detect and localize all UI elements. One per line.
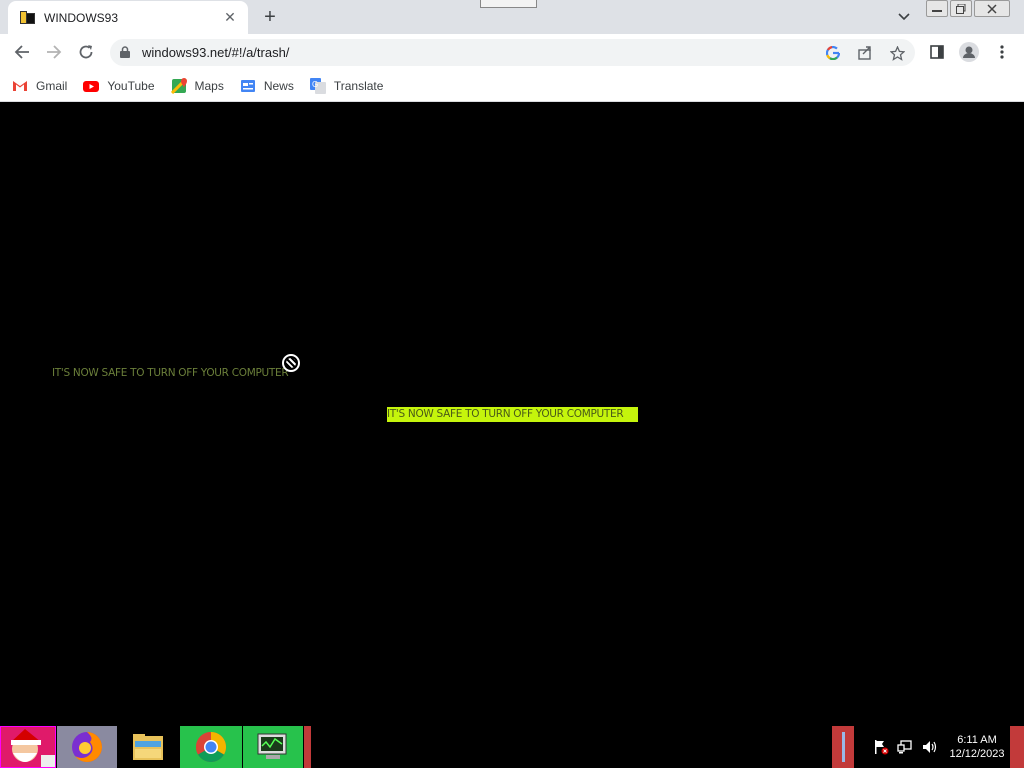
bookmark-translate[interactable]: G Translate bbox=[309, 77, 384, 94]
minimize-button[interactable] bbox=[926, 0, 948, 17]
translate-icon: G bbox=[309, 77, 326, 94]
bookmark-maps[interactable]: Maps bbox=[170, 77, 224, 94]
santa-app-icon[interactable] bbox=[0, 726, 56, 768]
clock-time: 6:11 AM bbox=[957, 734, 997, 746]
youtube-icon bbox=[83, 80, 100, 92]
chrome-icon[interactable] bbox=[180, 726, 242, 768]
bookmark-label: Maps bbox=[194, 78, 224, 93]
restore-button[interactable] bbox=[950, 0, 972, 17]
bookmark-youtube[interactable]: YouTube bbox=[83, 78, 155, 94]
side-panel-icon[interactable] bbox=[925, 40, 949, 64]
new-tab-button[interactable]: + bbox=[258, 5, 282, 29]
firefox-icon[interactable] bbox=[57, 726, 117, 768]
bookmark-gmail[interactable]: Gmail bbox=[12, 78, 67, 94]
bookmark-label: YouTube bbox=[107, 78, 155, 93]
share-icon[interactable] bbox=[855, 43, 875, 63]
google-icon[interactable] bbox=[823, 43, 843, 63]
address-bar[interactable]: windows93.net/#!/a/trash/ bbox=[110, 39, 915, 66]
network-icon[interactable] bbox=[894, 726, 916, 768]
news-icon bbox=[240, 79, 255, 92]
bookmark-news[interactable]: News bbox=[240, 78, 294, 94]
busy-cursor-icon bbox=[282, 354, 300, 372]
profile-avatar-icon[interactable] bbox=[957, 40, 981, 64]
browser-tab[interactable]: WINDOWS93 ✕ bbox=[8, 1, 248, 34]
clock-date: 12/12/2023 bbox=[949, 748, 1005, 760]
show-hidden-icons-button[interactable] bbox=[832, 726, 854, 768]
volume-icon[interactable] bbox=[918, 726, 940, 768]
tab-strip: WINDOWS93 ✕ + bbox=[0, 0, 1024, 34]
bookmark-star-icon[interactable] bbox=[887, 43, 907, 63]
tab-close-icon[interactable]: ✕ bbox=[222, 9, 238, 26]
system-monitor-icon[interactable] bbox=[243, 726, 303, 768]
file-explorer-icon[interactable] bbox=[118, 726, 178, 768]
taskbar-edge-handle[interactable] bbox=[304, 726, 311, 768]
svg-text:G: G bbox=[312, 80, 318, 89]
forward-button[interactable] bbox=[42, 40, 66, 64]
bookmark-label: News bbox=[263, 78, 294, 93]
taskbar-clock[interactable]: 6:11 AM 12/12/2023 bbox=[944, 733, 1010, 761]
more-menu-icon[interactable] bbox=[990, 40, 1014, 64]
shutdown-message-dim: IT'S NOW SAFE TO TURN OFF YOUR COMPUTER bbox=[52, 367, 289, 379]
shutdown-message-highlight: IT'S NOW SAFE TO TURN OFF YOUR COMPUTER bbox=[387, 407, 638, 422]
windows93-favicon-icon bbox=[20, 10, 36, 26]
show-desktop-button[interactable] bbox=[1010, 726, 1024, 768]
browser-toolbar: windows93.net/#!/a/trash/ bbox=[0, 34, 1024, 70]
window-controls bbox=[926, 0, 1010, 18]
url-text[interactable]: windows93.net/#!/a/trash/ bbox=[142, 45, 289, 60]
bookmark-label: Translate bbox=[333, 78, 384, 93]
maps-icon bbox=[170, 77, 187, 94]
reload-button[interactable] bbox=[74, 40, 98, 64]
gmail-icon bbox=[13, 80, 27, 91]
window-drag-handle[interactable] bbox=[480, 0, 537, 8]
close-window-button[interactable] bbox=[974, 0, 1010, 17]
bookmark-label: Gmail bbox=[36, 78, 68, 93]
windows93-page[interactable]: IT'S NOW SAFE TO TURN OFF YOUR COMPUTER … bbox=[0, 103, 1024, 726]
tab-search-chevron-icon[interactable] bbox=[893, 7, 915, 27]
bookmarks-bar: Gmail YouTube Maps News G Translate bbox=[0, 70, 1024, 102]
back-button[interactable] bbox=[10, 40, 34, 64]
taskbar bbox=[0, 726, 1024, 768]
action-center-flag-icon[interactable] bbox=[870, 726, 892, 768]
tab-title: WINDOWS93 bbox=[44, 10, 119, 25]
lock-icon[interactable] bbox=[120, 46, 130, 58]
